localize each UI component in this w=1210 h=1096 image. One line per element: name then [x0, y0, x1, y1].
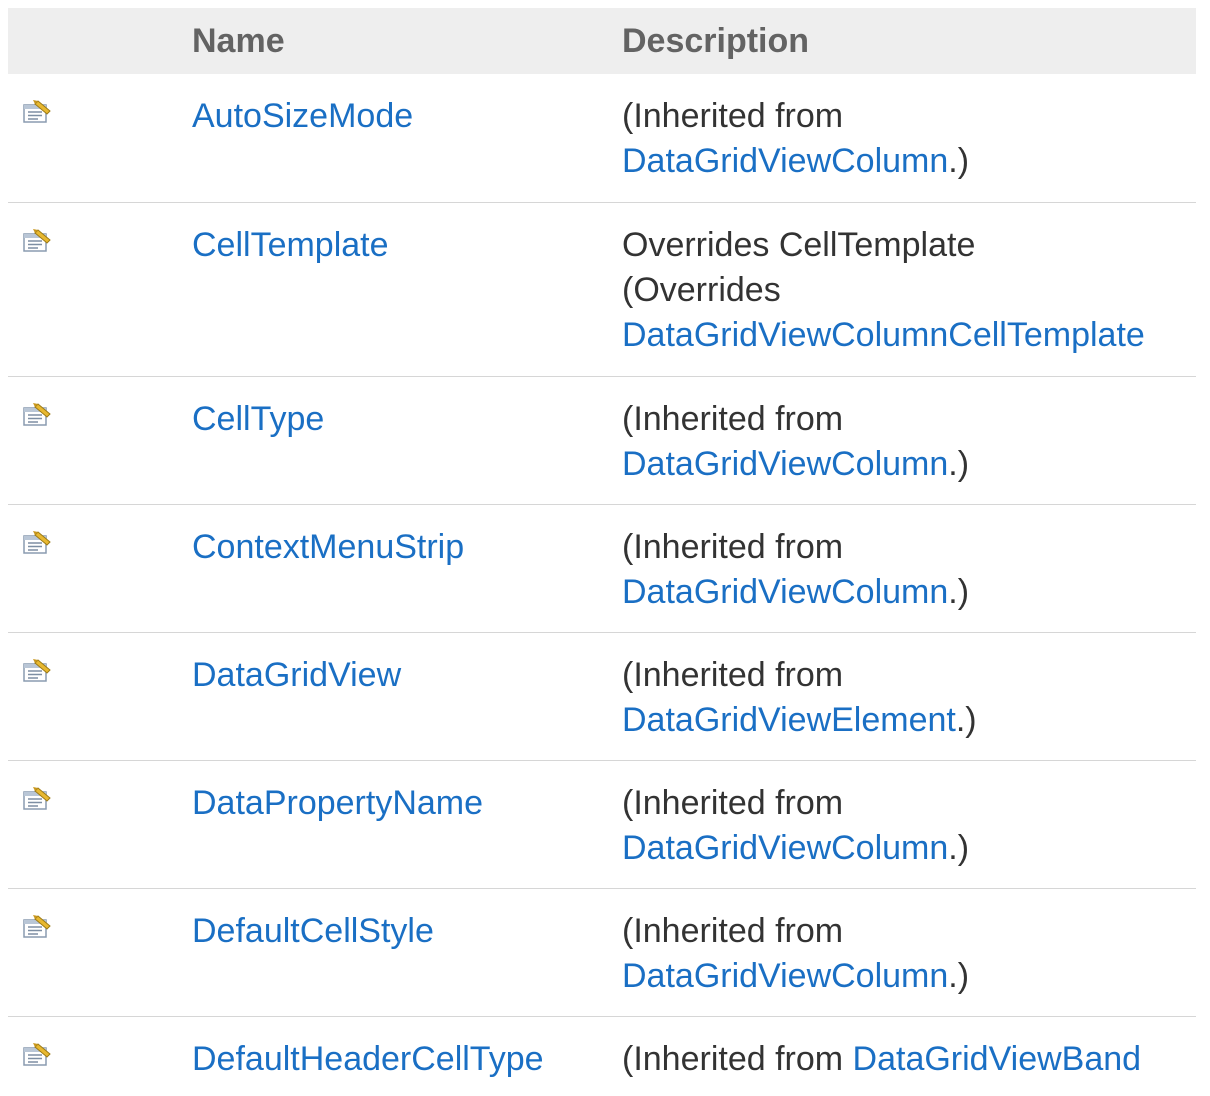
- icon-cell: [8, 760, 174, 888]
- description-cell: (Inherited from DataGridViewElement.): [604, 632, 1196, 760]
- icon-cell: [8, 504, 174, 632]
- description-line: DataGridViewColumn.): [622, 442, 1196, 487]
- property-name-link[interactable]: AutoSizeMode: [192, 97, 413, 135]
- table-row: DataGridView (Inherited from DataGridViewE…: [8, 632, 1196, 760]
- icon-cell: [8, 74, 174, 202]
- inherited-type-link[interactable]: DataGridViewColumn: [622, 445, 948, 483]
- name-column-header: Name: [192, 21, 285, 60]
- description-line: (Inherited from: [622, 94, 1196, 139]
- description-line: (Inherited from: [622, 781, 1196, 826]
- description-text: (Inherited from: [622, 97, 844, 135]
- property-name-link[interactable]: CellType: [192, 400, 324, 438]
- table-row: AutoSizeMode (Inherited from DataGridViewC…: [8, 74, 1196, 202]
- description-cell: (Inherited from DataGridViewColumn.): [604, 376, 1196, 504]
- description-column-header: Description: [622, 21, 810, 60]
- table-row: DefaultCellStyle (Inherited from DataGridV…: [8, 888, 1196, 1016]
- table-row: ContextMenuStrip (Inherited from DataGridV…: [8, 504, 1196, 632]
- property-name-link[interactable]: DefaultCellStyle: [192, 912, 434, 950]
- icon-column-header: [8, 8, 174, 74]
- properties-table-container: Name Description AutoSizeMode (Inherited …: [8, 8, 1196, 1096]
- property-icon: [23, 93, 53, 131]
- icon-cell: [8, 202, 174, 376]
- inherited-type-link[interactable]: DataGridViewElement: [622, 701, 956, 739]
- description-text: (Inherited from: [622, 911, 844, 950]
- description-suffix: .): [948, 956, 970, 995]
- name-cell: AutoSizeMode: [174, 74, 604, 202]
- description-line: (Overrides: [622, 268, 1196, 313]
- icon-cell: [8, 376, 174, 504]
- property-icon: [23, 908, 53, 946]
- property-name-link[interactable]: DataPropertyName: [192, 784, 483, 822]
- table-row: DefaultHeaderCellType (Inherited from Dat…: [8, 1016, 1196, 1096]
- table-row: DataPropertyName (Inherited from DataGridV…: [8, 760, 1196, 888]
- description-text: (Inherited from: [622, 783, 844, 822]
- description-cell: (Inherited from DataGridViewColumn.): [604, 504, 1196, 632]
- description-cell: Overrides CellTemplate (Overrides DataGrid…: [604, 202, 1196, 376]
- description-text: (Inherited from: [622, 1039, 853, 1078]
- name-cell: ContextMenuStrip: [174, 504, 604, 632]
- description-text: (Overrides: [622, 270, 781, 309]
- name-cell: DefaultHeaderCellType: [174, 1016, 604, 1096]
- property-icon: [23, 780, 53, 818]
- properties-table: Name Description AutoSizeMode (Inherited …: [8, 8, 1196, 1096]
- inherited-type-link[interactable]: DataGridViewBand: [853, 1040, 1142, 1078]
- description-line: DataGridViewElement.): [622, 698, 1196, 743]
- description-cell: (Inherited from DataGridViewColumn.): [604, 760, 1196, 888]
- description-cell: (Inherited from DataGridViewColumn.): [604, 74, 1196, 202]
- property-name-link[interactable]: ContextMenuStrip: [192, 528, 464, 566]
- description-line: DataGridViewColumn.): [622, 570, 1196, 615]
- property-name-link[interactable]: DataGridView: [192, 656, 401, 694]
- description-suffix: .): [948, 142, 970, 180]
- property-icon: [23, 524, 53, 562]
- description-line: (Inherited from: [622, 909, 1196, 954]
- description-suffix: .): [948, 572, 970, 611]
- name-cell: DefaultCellStyle: [174, 888, 604, 1016]
- property-icon: [23, 1036, 53, 1074]
- icon-cell: [8, 888, 174, 1016]
- table-body: AutoSizeMode (Inherited from DataGridViewC…: [8, 74, 1196, 1096]
- description-line: DataGridViewColumn.): [622, 954, 1196, 999]
- description-line: DataGridViewColumn.): [622, 139, 1196, 184]
- description-line: (Inherited from: [622, 653, 1196, 698]
- property-icon: [23, 396, 53, 434]
- property-icon: [23, 652, 53, 690]
- description-line: Overrides CellTemplate: [622, 223, 1196, 268]
- inherited-type-link[interactable]: DataGridViewColumn: [622, 142, 948, 180]
- description-text: Overrides CellTemplate: [622, 225, 976, 264]
- name-cell: DataGridView: [174, 632, 604, 760]
- icon-cell: [8, 1016, 174, 1096]
- description-suffix: .): [948, 828, 970, 867]
- table-row: CellType (Inherited from DataGridViewColum…: [8, 376, 1196, 504]
- description-text: (Inherited from: [622, 527, 844, 566]
- icon-cell: [8, 632, 174, 760]
- table-row: CellTemplate Overrides CellTemplate (Overr…: [8, 202, 1196, 376]
- description-suffix: .): [948, 444, 970, 483]
- description-line: (Inherited from DataGridViewBand: [622, 1037, 1196, 1082]
- description-cell: (Inherited from DataGridViewBand: [604, 1016, 1196, 1096]
- description-line: DataGridViewColumn.): [622, 826, 1196, 871]
- description-line: (Inherited from: [622, 397, 1196, 442]
- property-icon: [23, 222, 53, 260]
- description-text: (Inherited from: [622, 655, 844, 694]
- description-text: (Inherited from: [622, 399, 844, 438]
- name-cell: CellType: [174, 376, 604, 504]
- description-cell: (Inherited from DataGridViewColumn.): [604, 888, 1196, 1016]
- inherited-type-link[interactable]: DataGridViewColumnCellTemplate: [622, 316, 1145, 354]
- inherited-type-link[interactable]: DataGridViewColumn: [622, 829, 948, 867]
- inherited-type-link[interactable]: DataGridViewColumn: [622, 573, 948, 611]
- inherited-type-link[interactable]: DataGridViewColumn: [622, 957, 948, 995]
- table-header-row: Name Description: [8, 8, 1196, 74]
- description-line: (Inherited from: [622, 525, 1196, 570]
- name-cell: CellTemplate: [174, 202, 604, 376]
- description-suffix: .): [955, 700, 977, 739]
- name-cell: DataPropertyName: [174, 760, 604, 888]
- description-line: DataGridViewColumnCellTemplate: [622, 313, 1196, 358]
- property-name-link[interactable]: DefaultHeaderCellType: [192, 1040, 544, 1078]
- property-name-link[interactable]: CellTemplate: [192, 226, 389, 264]
